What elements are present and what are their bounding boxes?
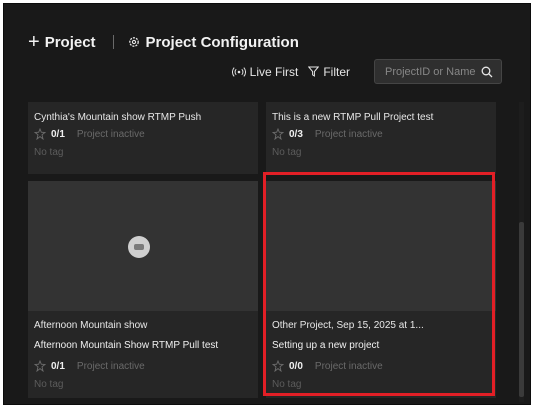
plus-icon[interactable]: + <box>28 32 40 52</box>
header: + Project Project Configuration <box>28 32 299 52</box>
project-meta: 0/3 Project inactive <box>272 128 490 140</box>
search-input[interactable] <box>385 65 481 78</box>
live-first-button[interactable]: Live First <box>231 64 299 79</box>
project-configuration-button[interactable]: Project Configuration <box>146 34 299 51</box>
search-box[interactable] <box>374 59 502 84</box>
project-status: Project inactive <box>76 360 145 372</box>
project-title: This is a new RTMP Pull Project test <box>272 112 434 123</box>
header-divider <box>112 35 114 49</box>
project-tag: No tag <box>34 147 64 158</box>
project-tag: No tag <box>34 379 64 390</box>
scrollbar[interactable] <box>519 102 524 402</box>
live-first-label: Live First <box>249 64 299 79</box>
member-count: 0/1 <box>51 128 65 140</box>
people-icon <box>34 360 46 372</box>
member-count: 0/3 <box>289 128 303 140</box>
project-thumbnail <box>28 181 258 311</box>
project-card[interactable]: This is a new RTMP Pull Project test 0/3… <box>266 102 496 174</box>
project-title: Afternoon Mountain show <box>34 320 148 331</box>
project-title: Cynthia's Mountain show RTMP Push <box>34 112 202 123</box>
add-project-button[interactable]: Project <box>45 34 96 51</box>
project-meta: 0/1 Project inactive <box>34 128 252 140</box>
filter-icon <box>308 66 320 77</box>
project-status: Project inactive <box>314 128 383 140</box>
project-card[interactable]: Cynthia's Mountain show RTMP Push 0/1 Pr… <box>28 102 258 174</box>
member-count: 0/1 <box>51 360 65 372</box>
people-icon <box>34 128 46 140</box>
search-icon[interactable] <box>481 66 493 78</box>
filter-button[interactable]: Filter <box>308 65 350 79</box>
project-logo-icon <box>128 236 150 258</box>
project-tag: No tag <box>272 147 302 158</box>
project-subtitle: Afternoon Mountain Show RTMP Pull test <box>34 340 219 351</box>
toolbar: Live First Filter <box>231 59 502 84</box>
selection-highlight <box>263 172 495 396</box>
scrollbar-thumb[interactable] <box>519 222 524 397</box>
filter-label: Filter <box>323 64 350 79</box>
project-card[interactable]: Afternoon Mountain show Afternoon Mounta… <box>28 181 258 398</box>
project-meta: 0/1 Project inactive <box>34 360 252 372</box>
people-icon <box>272 128 284 140</box>
project-status: Project inactive <box>76 128 145 140</box>
gear-icon[interactable] <box>128 36 140 48</box>
broadcast-icon <box>231 66 246 77</box>
